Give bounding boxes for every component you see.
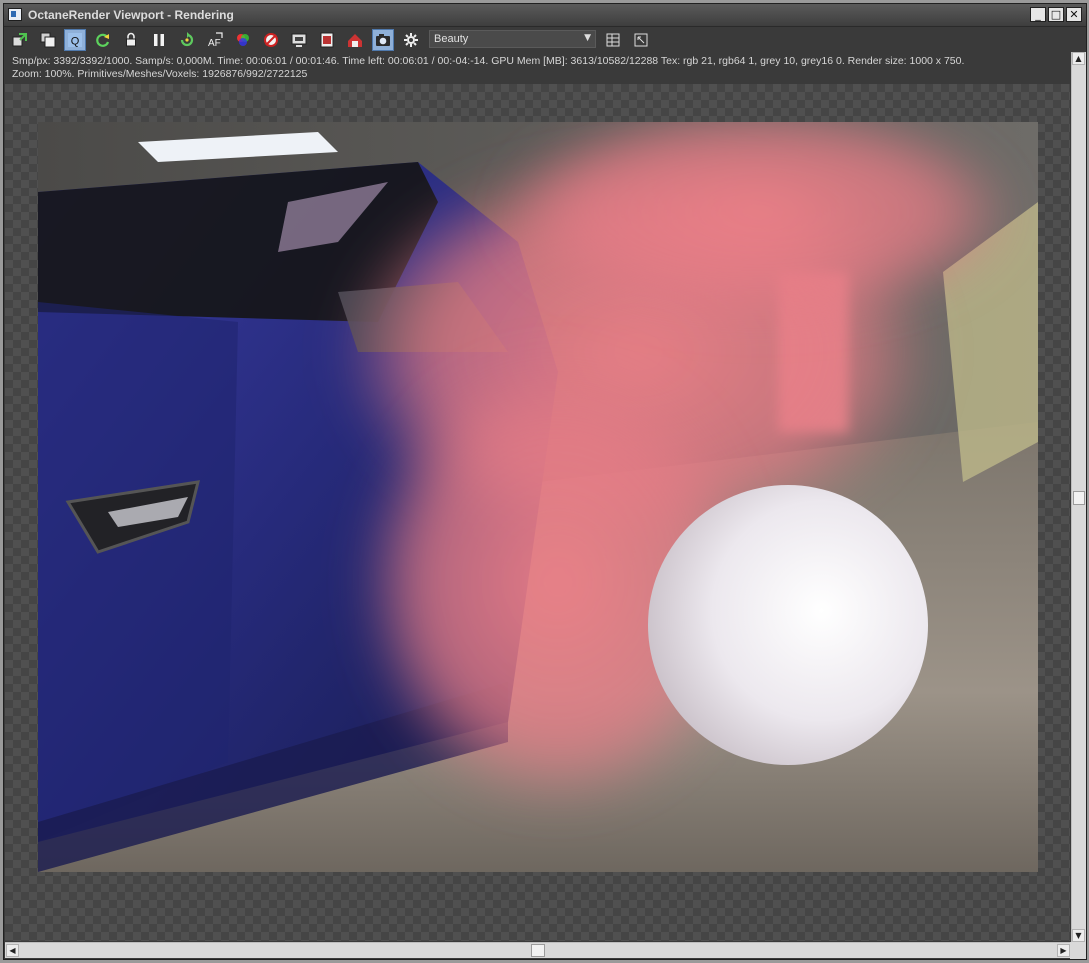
lock-camera-button[interactable] [344, 29, 366, 51]
render-pass-value: Beauty [434, 33, 469, 45]
autofocus-af-icon: AF [208, 32, 223, 48]
restart-render-icon [96, 33, 110, 47]
clone-viewport-icon [40, 32, 56, 48]
title-bar[interactable]: OctaneRender Viewport - Rendering _ □ ✕ [4, 4, 1086, 27]
render-stats-line-2: Zoom: 100%. Primitives/Meshes/Voxels: 19… [12, 68, 308, 80]
layout-grid-icon [606, 33, 620, 47]
region-render-button[interactable] [288, 29, 310, 51]
material-pick-icon [264, 33, 278, 47]
viewport-toolbar: Q AF Beauty ▼ [4, 27, 1086, 53]
minimize-button[interactable]: _ [1030, 7, 1046, 22]
color-picker-icon [237, 34, 249, 46]
color-picker-button[interactable] [232, 29, 254, 51]
app-window-icon [8, 8, 22, 21]
quick-render-button[interactable]: Q [64, 29, 86, 51]
fit-to-window-icon [634, 33, 648, 47]
refresh-button[interactable] [176, 29, 198, 51]
send-to-picture-viewer-button[interactable] [9, 29, 31, 51]
render-stats-line-1: Smp/px: 3392/3392/1000. Samp/s: 0,000M. … [12, 55, 965, 67]
scroll-right-icon[interactable]: ▶ [1057, 944, 1070, 957]
render-pass-dropdown[interactable]: Beauty ▼ [429, 30, 596, 48]
restart-render-button[interactable] [92, 29, 114, 51]
horizontal-scroll-thumb[interactable] [531, 944, 545, 957]
horizontal-scrollbar[interactable]: ◀ ▶ [5, 942, 1071, 958]
window-title: OctaneRender Viewport - Rendering [28, 8, 234, 22]
film-region-icon [320, 32, 334, 48]
maximize-button[interactable]: □ [1048, 7, 1064, 22]
region-render-icon [291, 33, 307, 47]
film-region-button[interactable] [316, 29, 338, 51]
rendered-scene [38, 122, 1038, 872]
render-image[interactable] [38, 122, 1038, 872]
camera-snapshot-icon [376, 34, 390, 46]
vertical-scrollbar[interactable]: ▲ ▼ [1071, 52, 1086, 942]
quick-render-q-icon: Q [68, 33, 82, 48]
scroll-up-icon[interactable]: ▲ [1072, 52, 1085, 65]
svg-text:Q: Q [71, 36, 80, 48]
clone-viewport-button[interactable] [37, 29, 59, 51]
pause-icon [154, 34, 164, 46]
scroll-down-icon[interactable]: ▼ [1072, 929, 1085, 942]
fit-to-window-button[interactable] [630, 29, 652, 51]
material-pick-button[interactable] [260, 29, 282, 51]
scroll-left-icon[interactable]: ◀ [6, 944, 19, 957]
pause-render-button[interactable] [148, 29, 170, 51]
chevron-down-icon: ▼ [584, 33, 591, 43]
lock-camera-icon [348, 34, 362, 47]
render-viewport[interactable] [5, 84, 1070, 941]
camera-snapshot-button[interactable] [372, 29, 394, 51]
vertical-scroll-thumb[interactable] [1073, 491, 1085, 505]
settings-button[interactable] [400, 29, 422, 51]
scrollbar-corner [1070, 942, 1086, 959]
send-to-picture-viewer-icon [12, 33, 27, 47]
octane-viewport-window: OctaneRender Viewport - Rendering _ □ ✕ … [3, 3, 1087, 960]
refresh-icon [180, 32, 194, 47]
lock-resolution-icon [126, 32, 136, 47]
svg-text:AF: AF [208, 38, 221, 48]
autofocus-button[interactable]: AF [204, 29, 226, 51]
lock-resolution-button[interactable] [120, 29, 142, 51]
settings-gear-icon [404, 33, 418, 47]
close-button[interactable]: ✕ [1066, 7, 1082, 22]
layout-grid-button[interactable] [602, 29, 624, 51]
